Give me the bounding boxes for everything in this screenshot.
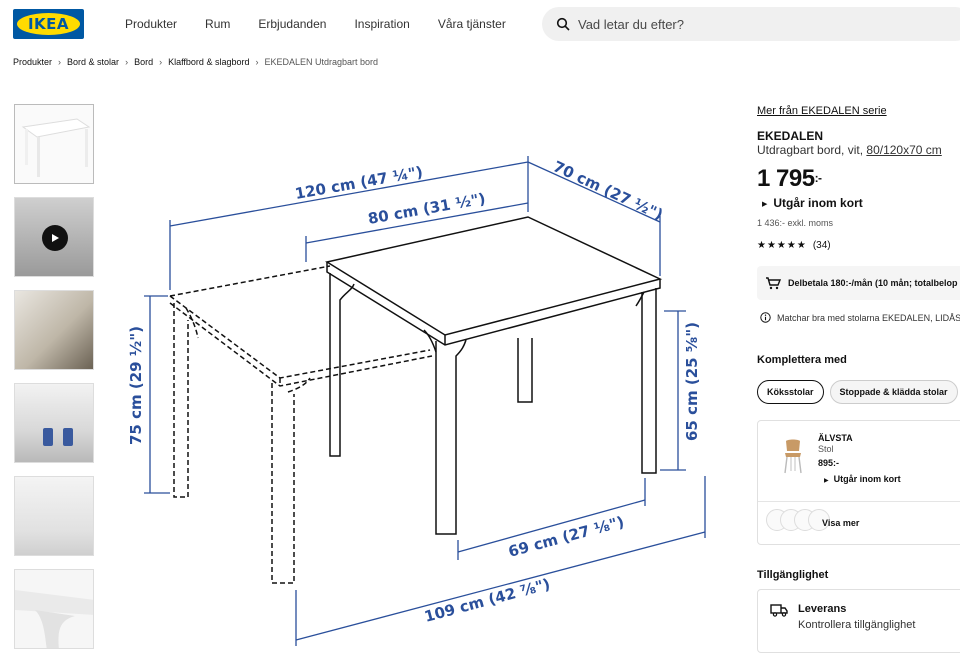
chevron-right-icon: › — [159, 57, 163, 67]
delivery-box[interactable]: Leverans Kontrollera tillgänglighet — [757, 589, 960, 653]
breadcrumb: Produkter › Bord & stolar › Bord › Klaffbor… — [13, 57, 378, 67]
card-product-type: Stol — [818, 444, 834, 454]
ikea-logo[interactable]: IKEA — [13, 9, 84, 39]
table-top — [325, 216, 663, 346]
chip-koksstolar[interactable]: Köksstolar — [757, 380, 824, 404]
installment-text: Delbetala 180:-/mån (10 mån; totalbelop — [788, 278, 958, 288]
dim-label-inner-width: 69 cm (27 ⅛") — [506, 513, 626, 561]
card-product-price: 895:- — [818, 458, 840, 468]
dim-label-inner-length: 109 cm (42 ⅞") — [422, 575, 552, 626]
triangle-right-icon: ▶ — [824, 478, 829, 484]
dim-label-height-under: 65 cm (25 ⅝") — [683, 322, 701, 441]
cart-icon — [766, 277, 781, 290]
main-nav: Produkter Rum Erbjudanden Inspiration Vå… — [125, 17, 534, 31]
table-thumbnail-icon — [21, 118, 91, 177]
triangle-right-icon: ▶ — [762, 200, 768, 208]
extension-leaf — [169, 265, 433, 584]
series-link[interactable]: Mer från EKEDALEN serie — [757, 105, 887, 117]
thumbnail-detail[interactable] — [14, 569, 94, 649]
nav-item-erbjudanden[interactable]: Erbjudanden — [258, 17, 326, 31]
thumbnail-kitchen[interactable] — [14, 383, 94, 463]
card-product-name: ÄLVSTA — [818, 433, 853, 443]
search-placeholder: Vad letar du efter? — [578, 16, 684, 32]
breadcrumb-klaffbord[interactable]: Klaffbord & slagbord — [168, 57, 249, 67]
show-more-link[interactable]: Visa mer — [822, 518, 859, 528]
delivery-subtitle: Kontrollera tillgänglighet — [798, 619, 916, 631]
complement-product-card[interactable]: ÄLVSTA Stol 895:- ▶ Utgår inom kort Visa … — [757, 420, 960, 545]
truck-icon — [770, 604, 788, 617]
price-suffix: :- — [814, 171, 823, 185]
nav-item-rum[interactable]: Rum — [205, 17, 230, 31]
nav-item-produkter[interactable]: Produkter — [125, 17, 177, 31]
more-chairs-thumbnails — [766, 509, 830, 531]
table-legs — [329, 273, 657, 535]
match-info: Matchar bra med stolarna EKEDALEN, LIDÅS… — [760, 312, 960, 323]
breadcrumb-bord[interactable]: Bord — [134, 57, 153, 67]
breadcrumb-current: EKEDALEN Utdragbart bord — [264, 57, 379, 67]
product-description: Utdragbart bord, vit, 80/120x70 cm — [757, 143, 942, 157]
thumbnail-gallery — [14, 104, 94, 653]
play-icon[interactable] — [42, 225, 68, 251]
logo-text: IKEA — [17, 13, 80, 35]
chevron-right-icon: › — [255, 57, 259, 67]
thumbnail-dining-white[interactable] — [14, 476, 94, 556]
nav-item-inspiration[interactable]: Inspiration — [354, 17, 409, 31]
dim-label-width: 70 cm (27 ½") — [550, 157, 665, 224]
card-divider — [758, 501, 960, 502]
price-ex-vat: 1 436:- exkl. moms — [757, 218, 834, 228]
complement-chips: Köksstolar Stoppade & klädda stolar — [757, 380, 958, 404]
price-value: 1 795 — [757, 165, 815, 192]
review-count: (34) — [812, 240, 831, 251]
stock-status[interactable]: ▶ Utgår inom kort — [762, 196, 863, 210]
chip-stoppade-stolar[interactable]: Stoppade & klädda stolar — [829, 380, 958, 404]
dimension-lines — [144, 156, 706, 646]
site-header: IKEA Produkter Rum Erbjudanden Inspirati… — [0, 0, 960, 48]
star-rating-icon: ★★★★★ — [757, 240, 807, 251]
complement-heading: Komplettera med — [757, 354, 847, 366]
card-stock-text: Utgår inom kort — [833, 474, 901, 484]
size-link[interactable]: 80/120x70 cm — [866, 143, 941, 157]
dim-label-length-extended: 120 cm (47 ¼") — [294, 163, 425, 203]
stock-text: Utgår inom kort — [773, 196, 863, 210]
availability-heading: Tillgänglighet — [757, 569, 829, 581]
chevron-right-icon: › — [125, 57, 129, 67]
match-text: Matchar bra med stolarna EKEDALEN, LIDÅS… — [777, 312, 960, 323]
dim-label-height: 75 cm (29 ½") — [127, 326, 145, 445]
breadcrumb-bord-stolar[interactable]: Bord & stolar — [67, 57, 119, 67]
product-name: EKEDALEN — [757, 129, 824, 143]
breadcrumb-produkter[interactable]: Produkter — [13, 57, 52, 67]
card-stock-status: ▶ Utgår inom kort — [824, 474, 901, 484]
dimension-drawing: 120 cm (47 ¼") 80 cm (31 ½") 70 cm (27 ½… — [127, 156, 706, 646]
thumbnail-dining-room[interactable] — [14, 290, 94, 370]
thumbnail-product[interactable] — [14, 104, 94, 184]
info-icon — [760, 312, 771, 323]
delivery-title: Leverans — [798, 603, 847, 615]
search-icon — [556, 17, 570, 31]
product-desc-text: Utdragbart bord, vit, — [757, 143, 867, 157]
thumbnail-video[interactable] — [14, 197, 94, 277]
chevron-right-icon: › — [58, 57, 62, 67]
nav-item-tjanster[interactable]: Våra tjänster — [438, 17, 506, 31]
search-input[interactable]: Vad letar du efter? — [542, 7, 960, 41]
rating[interactable]: ★★★★★ (34) — [757, 240, 831, 251]
dim-label-length: 80 cm (31 ½") — [367, 190, 487, 228]
installment-banner[interactable]: Delbetala 180:-/mån (10 mån; totalbelop — [757, 266, 960, 300]
chair-image — [784, 439, 802, 474]
product-price: 1 795:- — [757, 165, 822, 193]
